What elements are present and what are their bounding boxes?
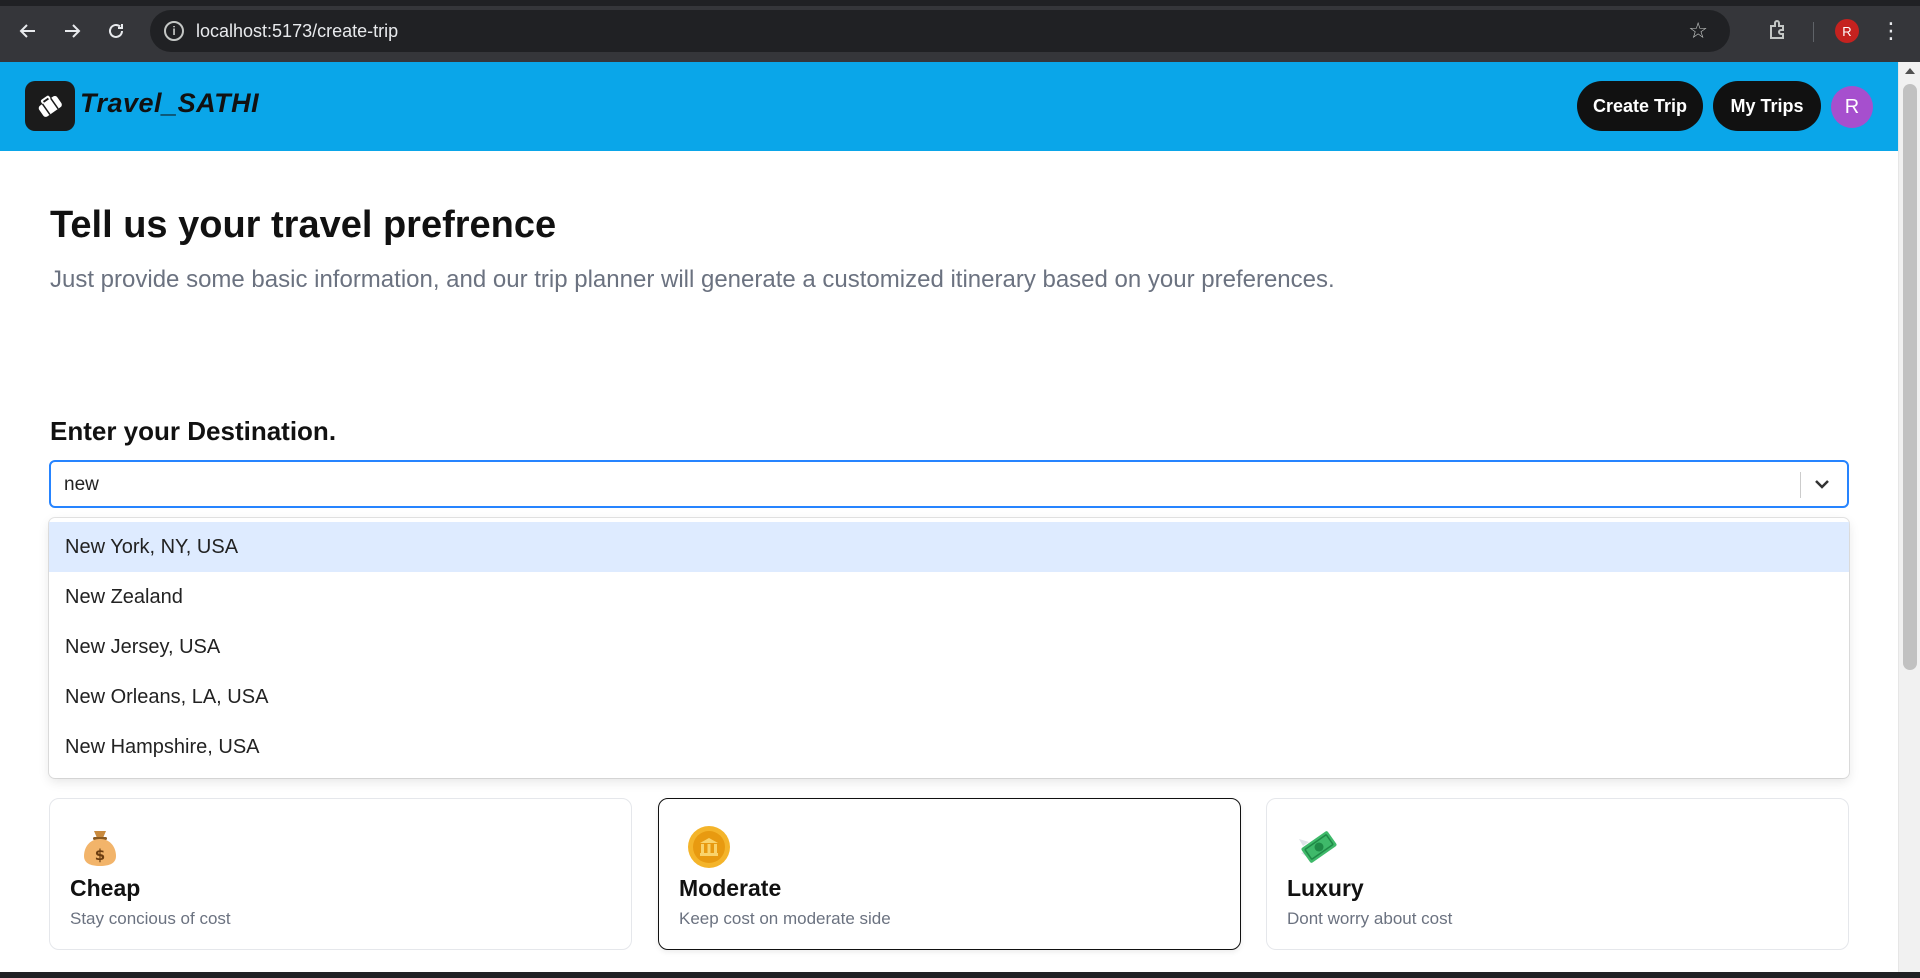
- budget-title: Luxury: [1287, 875, 1364, 901]
- suggestion-option[interactable]: New Jersey, USA: [49, 622, 1849, 672]
- bookmark-star-icon[interactable]: ☆: [1688, 18, 1708, 44]
- destination-select[interactable]: new: [49, 460, 1849, 508]
- extensions-icon[interactable]: [1766, 18, 1792, 44]
- budget-card-cheap[interactable]: $ Cheap Stay concious of cost: [49, 798, 632, 950]
- create-trip-button[interactable]: Create Trip: [1577, 81, 1703, 131]
- budget-description: Keep cost on moderate side: [679, 909, 891, 928]
- budget-title: Moderate: [679, 875, 782, 901]
- scroll-up-arrow-icon[interactable]: [1905, 68, 1915, 74]
- browser-profile-avatar[interactable]: R: [1835, 19, 1859, 43]
- url-text: localhost:5173/create-trip: [196, 21, 399, 41]
- page-scrollbar[interactable]: [1898, 62, 1920, 978]
- scrollbar-thumb[interactable]: [1903, 84, 1917, 670]
- flying-money-icon: [1295, 825, 1339, 869]
- chevron-down-icon[interactable]: [1809, 471, 1835, 497]
- destination-label: Enter your Destination.: [50, 416, 337, 446]
- destination-input[interactable]: new: [64, 474, 99, 496]
- svg-text:$: $: [95, 846, 105, 864]
- app-header: Travel_SATHI Create Trip My Trips R: [0, 62, 1898, 151]
- browser-menu-icon[interactable]: ⋮: [1880, 18, 1902, 44]
- destination-suggestions-menu: New York, NY, USA New Zealand New Jersey…: [49, 518, 1849, 778]
- browser-tabstrip: [0, 0, 1920, 6]
- select-indicator-separator: [1800, 472, 1801, 498]
- suggestion-option[interactable]: New York, NY, USA: [49, 522, 1849, 572]
- suggestion-option[interactable]: New Zealand: [49, 572, 1849, 622]
- page-subtitle: Just provide some basic information, and…: [50, 266, 1335, 293]
- budget-description: Stay concious of cost: [70, 909, 231, 928]
- back-icon[interactable]: [14, 17, 42, 45]
- brand-name[interactable]: Travel_SATHI: [80, 88, 259, 119]
- reload-icon[interactable]: [102, 17, 130, 45]
- site-info-icon[interactable]: i: [164, 21, 184, 41]
- forward-icon[interactable]: [58, 17, 86, 45]
- budget-title: Cheap: [70, 875, 141, 901]
- address-bar[interactable]: i localhost:5173/create-trip ☆: [150, 10, 1730, 52]
- browser-chrome: i localhost:5173/create-trip ☆ R ⋮: [0, 0, 1920, 62]
- logo-icon[interactable]: [25, 81, 75, 131]
- bank-coin-icon: [687, 825, 731, 869]
- my-trips-button[interactable]: My Trips: [1713, 81, 1821, 131]
- money-bag-icon: $: [78, 825, 122, 869]
- user-avatar[interactable]: R: [1831, 86, 1873, 128]
- page-title: Tell us your travel prefrence: [50, 204, 557, 246]
- suggestion-option[interactable]: New Orleans, LA, USA: [49, 672, 1849, 722]
- window-bottom-edge: [0, 972, 1920, 978]
- toolbar-separator: [1813, 22, 1814, 42]
- suggestion-option[interactable]: New Hampshire, USA: [49, 722, 1849, 772]
- budget-description: Dont worry about cost: [1287, 909, 1453, 928]
- budget-card-moderate[interactable]: Moderate Keep cost on moderate side: [658, 798, 1241, 950]
- budget-card-luxury[interactable]: Luxury Dont worry about cost: [1266, 798, 1849, 950]
